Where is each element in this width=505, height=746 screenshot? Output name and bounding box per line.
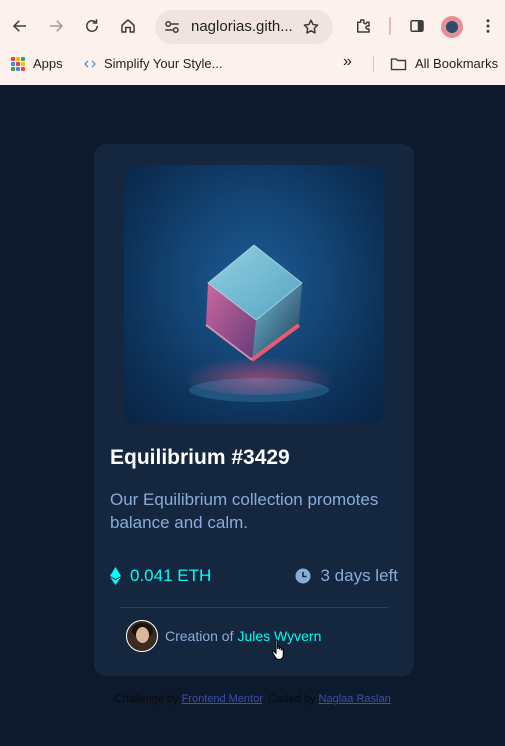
extensions-icon — [357, 19, 370, 33]
forward-icon — [50, 20, 64, 32]
coded-prefix: . Coded by — [262, 693, 316, 705]
apps-grid-icon — [11, 56, 25, 71]
browser-toolbar: naglorias.gith... — [0, 0, 505, 52]
address-bar[interactable]: naglorias.gith... — [155, 10, 333, 44]
bookmark-all-bookmarks[interactable]: All Bookmarks — [390, 56, 498, 71]
forward-button[interactable] — [42, 12, 70, 40]
clock-icon — [295, 568, 310, 584]
card-title[interactable]: Equilibrium #3429 — [110, 446, 290, 470]
bookmark-simplify[interactable]: Simplify Your Style... — [84, 56, 223, 71]
crystal-cube-illustration — [164, 244, 354, 402]
creator: Creation of Jules Wyvern — [126, 620, 321, 652]
folder-icon — [390, 57, 407, 70]
bookmark-apps-label: Apps — [33, 56, 63, 71]
nft-card: Equilibrium #3429 Our Equilibrium collec… — [94, 144, 414, 676]
home-icon — [121, 19, 135, 33]
equilibrium-image[interactable] — [124, 165, 384, 424]
browser-chrome: naglorias.gith... Apps Simplify Your Sty… — [0, 0, 505, 85]
creator-prefix: Creation of — [165, 628, 234, 644]
reload-button[interactable] — [78, 12, 106, 40]
profile-avatar-image — [446, 21, 458, 33]
side-panel-button[interactable] — [403, 12, 431, 40]
bookmark-apps[interactable]: Apps — [11, 56, 63, 71]
price-value: 0.041 ETH — [130, 566, 212, 585]
bookmark-simplify-label: Simplify Your Style... — [104, 56, 223, 71]
hand-pointer-cursor — [271, 639, 284, 661]
back-button[interactable] — [6, 12, 34, 40]
chevron-double-right-icon: » — [343, 53, 352, 70]
url-text: naglorias.gith... — [191, 18, 293, 35]
time-left-value: 3 days left — [320, 566, 399, 585]
home-button[interactable] — [114, 12, 142, 40]
bookmarks-overflow-button[interactable]: » — [343, 53, 352, 71]
all-bookmarks-label: All Bookmarks — [415, 56, 499, 71]
bookmarks-divider — [373, 56, 374, 72]
creator-avatar — [126, 620, 158, 652]
coder-link[interactable]: Naglaa Raslan — [319, 693, 391, 705]
time-left: 3 days left — [295, 566, 399, 586]
menu-button[interactable] — [474, 12, 502, 40]
code-icon — [84, 60, 96, 67]
site-settings-icon[interactable] — [163, 18, 181, 36]
extensions-button[interactable] — [349, 12, 377, 40]
reload-icon — [86, 19, 98, 32]
side-panel-icon — [410, 20, 424, 32]
price: 0.041 ETH — [110, 566, 211, 586]
bookmarks-bar: Apps Simplify Your Style... » All Bookma… — [0, 52, 505, 76]
frontend-mentor-link[interactable]: Frontend Mentor — [182, 693, 263, 705]
toolbar-divider — [389, 17, 391, 35]
attribution: Challenge by Frontend Mentor. Coded by N… — [0, 693, 505, 705]
card-description: Our Equilibrium collection promotes bala… — [110, 490, 379, 532]
profile-avatar[interactable] — [441, 16, 463, 38]
ethereum-icon — [110, 567, 121, 585]
avatar-face — [136, 627, 149, 643]
back-icon — [12, 20, 26, 32]
menu-icon — [486, 19, 490, 33]
star-icon[interactable] — [302, 18, 320, 36]
card-divider — [120, 607, 388, 608]
challenge-prefix: Challenge by — [114, 693, 179, 705]
